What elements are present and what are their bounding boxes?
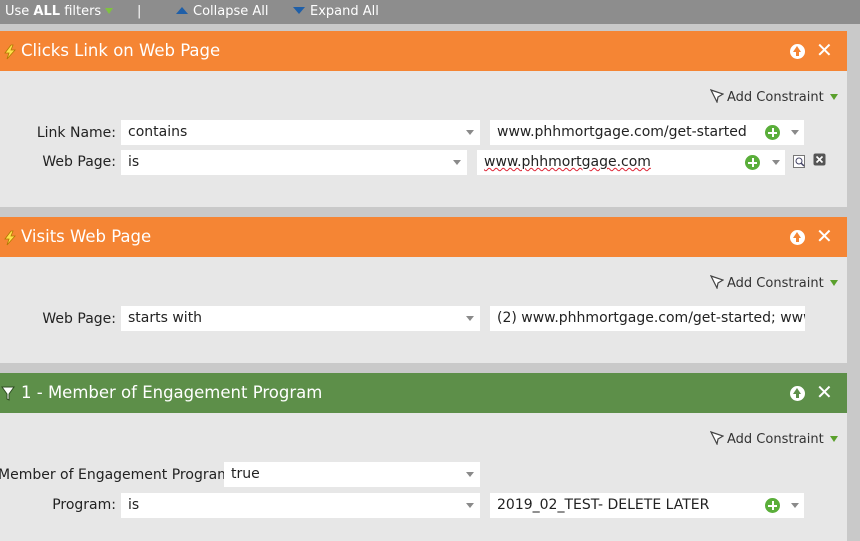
filter-title: Clicks Link on Web Page xyxy=(21,41,221,60)
collapse-all-button[interactable]: Collapse All xyxy=(176,4,269,19)
filter-visits-web-page: Visits Web Page ✕ Add Constraint Web Pag… xyxy=(0,217,847,363)
filter-body: Add Constraint Web Page: starts with (2)… xyxy=(0,257,847,363)
expand-arrow-icon xyxy=(293,7,305,14)
lightning-icon xyxy=(4,230,16,246)
delete-row-icon[interactable] xyxy=(813,153,826,166)
operator-value: is xyxy=(128,497,140,513)
chevron-down-icon xyxy=(791,503,799,508)
use-all-filters-dropdown[interactable]: Use ALL filters xyxy=(5,4,114,19)
value-select[interactable]: www.phhmortgage.com/get-started xyxy=(490,120,804,145)
close-icon[interactable]: ✕ xyxy=(816,381,833,403)
add-constraint-button[interactable]: Add Constraint xyxy=(710,275,838,291)
chevron-down-icon xyxy=(453,160,461,165)
filter-title: Visits Web Page xyxy=(21,227,152,246)
chevron-down-icon xyxy=(829,94,838,100)
close-icon[interactable]: ✕ xyxy=(816,39,833,61)
chevron-down-icon xyxy=(105,8,114,14)
add-value-icon[interactable] xyxy=(745,155,760,170)
use-filters-suffix: filters xyxy=(60,4,102,19)
filter-title: 1 - Member of Engagement Program xyxy=(21,383,323,402)
value-text: www.phhmortgage.com/get-started xyxy=(497,124,747,140)
funnel-icon xyxy=(1,386,15,401)
chevron-down-icon xyxy=(466,130,474,135)
add-constraint-button[interactable]: Add Constraint xyxy=(710,431,838,447)
funnel-icon xyxy=(710,431,724,445)
value-select[interactable]: 2019_02_TEST- DELETE LATER xyxy=(490,493,804,518)
use-filters-prefix: Use xyxy=(5,4,34,19)
filter-member-engagement-program: 1 - Member of Engagement Program ✕ Add C… xyxy=(0,373,847,541)
add-constraint-label: Add Constraint xyxy=(727,432,824,447)
filter-clicks-link: Clicks Link on Web Page ✕ Add Constraint… xyxy=(0,31,847,207)
close-icon[interactable]: ✕ xyxy=(816,225,833,247)
operator-select[interactable]: is xyxy=(121,493,480,518)
expand-all-button[interactable]: Expand All xyxy=(293,4,379,19)
move-up-icon[interactable] xyxy=(790,44,805,59)
chevron-down-icon xyxy=(772,160,780,165)
page-search-icon[interactable] xyxy=(793,155,806,168)
value-multiselect[interactable]: (2) www.phhmortgage.com/get-started; www… xyxy=(490,306,805,331)
add-value-icon[interactable] xyxy=(765,498,780,513)
chevron-down-icon xyxy=(829,436,838,442)
operator-select[interactable]: starts with xyxy=(121,306,480,331)
field-label: Web Page: xyxy=(42,154,116,170)
chevron-down-icon xyxy=(466,316,474,321)
field-label: Web Page: xyxy=(42,311,116,327)
value-text: www.phhmortgage.com xyxy=(484,154,651,170)
operator-value: true xyxy=(231,466,260,482)
chevron-down-icon xyxy=(466,503,474,508)
collapse-all-label: Collapse All xyxy=(193,4,269,19)
operator-value: is xyxy=(128,154,140,170)
value-select[interactable]: www.phhmortgage.com xyxy=(477,150,785,175)
operator-value: contains xyxy=(128,124,188,140)
funnel-icon xyxy=(710,275,724,289)
move-up-icon[interactable] xyxy=(790,386,805,401)
filter-toolbar: Use ALL filters | Collapse All Expand Al… xyxy=(0,0,860,24)
move-up-icon[interactable] xyxy=(790,230,805,245)
chevron-down-icon xyxy=(791,130,799,135)
add-value-icon[interactable] xyxy=(765,125,780,140)
field-label: Member of Engagement Program: xyxy=(0,467,236,483)
funnel-icon xyxy=(710,89,724,103)
chevron-down-icon xyxy=(466,472,474,477)
operator-value: starts with xyxy=(128,310,203,326)
value-text: (2) www.phhmortgage.com/get-started; www… xyxy=(497,310,805,326)
operator-select[interactable]: is xyxy=(121,150,467,175)
value-text: 2019_02_TEST- DELETE LATER xyxy=(497,497,710,513)
operator-select[interactable]: true xyxy=(224,462,480,487)
use-filters-mode: ALL xyxy=(33,4,61,19)
operator-select[interactable]: contains xyxy=(121,120,480,145)
collapse-arrow-icon xyxy=(176,7,188,14)
field-label: Program: xyxy=(52,497,116,513)
chevron-down-icon xyxy=(829,280,838,286)
add-constraint-button[interactable]: Add Constraint xyxy=(710,89,838,105)
filter-header: 1 - Member of Engagement Program ✕ xyxy=(0,373,847,413)
add-constraint-label: Add Constraint xyxy=(727,276,824,291)
filter-body: Add Constraint Member of Engagement Prog… xyxy=(0,413,847,541)
toolbar-separator: | xyxy=(137,4,142,19)
add-constraint-label: Add Constraint xyxy=(727,90,824,105)
filter-body: Add Constraint Link Name: contains www.p… xyxy=(0,71,847,207)
filter-header: Visits Web Page ✕ xyxy=(0,217,847,257)
field-label: Link Name: xyxy=(36,125,116,141)
lightning-icon xyxy=(4,44,16,60)
expand-all-label: Expand All xyxy=(310,4,379,19)
filter-header: Clicks Link on Web Page ✕ xyxy=(0,31,847,71)
